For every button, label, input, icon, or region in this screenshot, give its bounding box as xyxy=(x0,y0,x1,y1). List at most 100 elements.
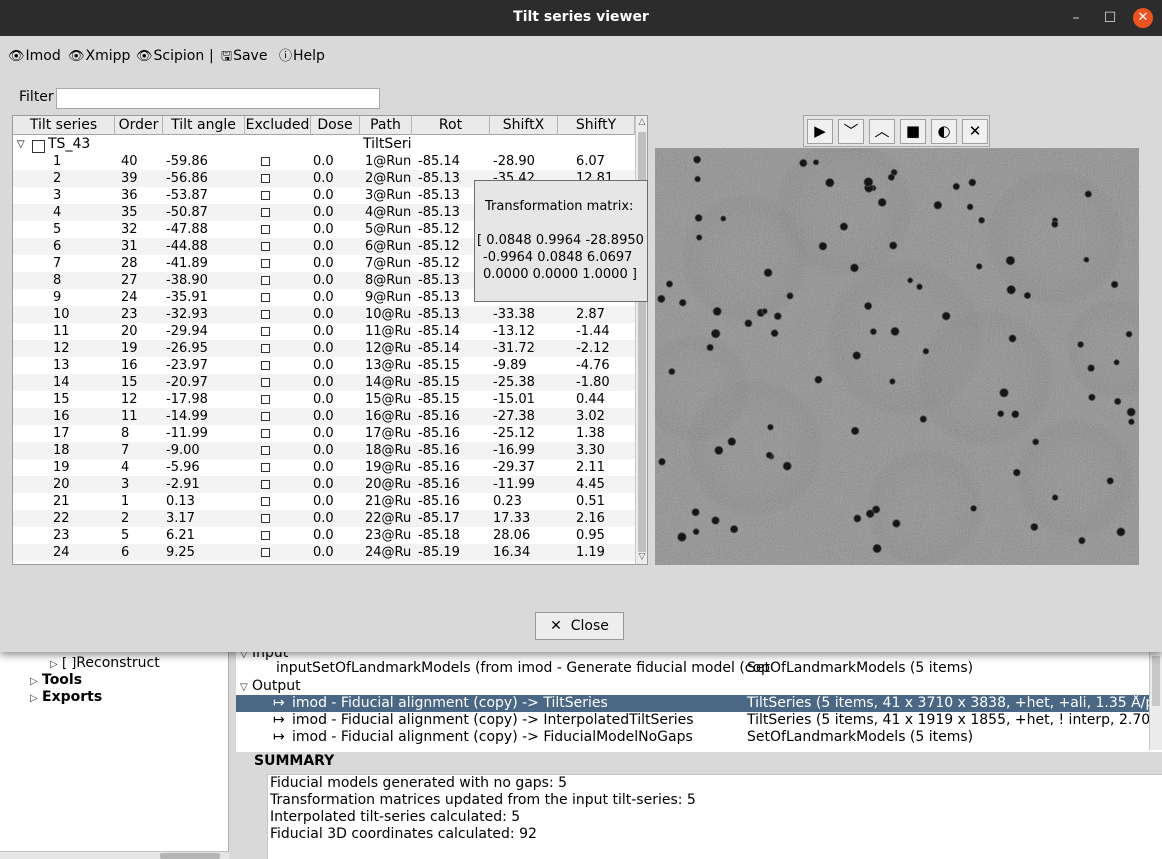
checkbox-box[interactable] xyxy=(261,225,270,234)
checkbox-box[interactable] xyxy=(261,276,270,285)
excluded-checkbox[interactable] xyxy=(261,374,270,391)
checkbox-box[interactable] xyxy=(261,497,270,506)
column-header[interactable]: ShiftX xyxy=(490,116,558,135)
excluded-checkbox[interactable] xyxy=(261,340,270,357)
checkbox-box[interactable] xyxy=(261,208,270,217)
table-row[interactable]: 19 4 -5.96 0.0 19@Ru -85.16 -29.37 2.11 xyxy=(13,459,635,476)
imod-button[interactable]: 👁Imod xyxy=(8,46,61,66)
table-row[interactable]: 24 6 9.25 0.0 24@Ru -85.19 16.34 1.19 xyxy=(13,544,635,561)
contrast-icon[interactable]: ◐ xyxy=(931,119,957,144)
table-row[interactable]: 22 2 3.17 0.0 22@Ru -85.17 17.33 2.16 xyxy=(13,510,635,527)
excluded-checkbox[interactable] xyxy=(261,510,270,527)
excluded-checkbox[interactable] xyxy=(261,442,270,459)
output-row[interactable]: ↦ imod - Fiducial alignment (copy) -> In… xyxy=(236,712,1162,729)
checkbox-box[interactable] xyxy=(261,531,270,540)
checkbox-box[interactable] xyxy=(261,480,270,489)
table-row[interactable]: 10 23 -32.93 0.0 10@Ru -85.13 -33.38 2.87 xyxy=(13,306,635,323)
tree-item-tools[interactable]: ▷ Tools xyxy=(30,672,82,688)
scroll-up-icon[interactable]: △ xyxy=(637,117,647,129)
excluded-checkbox[interactable] xyxy=(261,272,270,289)
checkbox-box[interactable] xyxy=(261,463,270,472)
stop-icon[interactable]: ■ xyxy=(900,119,926,144)
filter-input[interactable] xyxy=(56,88,380,109)
checkbox-box[interactable] xyxy=(261,514,270,523)
excluded-checkbox[interactable] xyxy=(261,544,270,561)
excluded-checkbox[interactable] xyxy=(261,221,270,238)
checkbox-box[interactable] xyxy=(261,242,270,251)
expand-arrow-icon[interactable]: ▷ xyxy=(50,659,62,670)
checkbox-box[interactable] xyxy=(261,446,270,455)
checkbox-box[interactable] xyxy=(261,310,270,319)
scroll-thumb[interactable] xyxy=(160,853,220,859)
checkbox-box[interactable] xyxy=(261,293,270,302)
excluded-checkbox[interactable] xyxy=(261,493,270,510)
excluded-checkbox[interactable] xyxy=(261,323,270,340)
io-vertical-scrollbar[interactable] xyxy=(1149,644,1162,750)
chevron-up-icon[interactable]: ︿ xyxy=(869,119,895,144)
help-button[interactable]: ⓘHelp xyxy=(279,46,325,66)
table-row[interactable]: 14 15 -20.97 0.0 14@Ru -85.15 -25.38 -1.80 xyxy=(13,374,635,391)
column-header[interactable]: Order xyxy=(115,116,163,135)
collapse-arrow-icon[interactable]: ▽ xyxy=(17,136,25,153)
play-icon[interactable]: ▶ xyxy=(807,119,833,144)
column-header[interactable]: Tilt series xyxy=(13,116,115,135)
excluded-checkbox[interactable] xyxy=(261,289,270,306)
excluded-checkbox[interactable] xyxy=(261,255,270,272)
checkbox-box[interactable] xyxy=(261,344,270,353)
checkbox-box[interactable] xyxy=(261,548,270,557)
excluded-checkbox[interactable] xyxy=(261,391,270,408)
output-row[interactable]: ↦ imod - Fiducial alignment (copy) -> Fi… xyxy=(236,729,1149,746)
checkbox-box[interactable] xyxy=(261,327,270,336)
table-row[interactable]: 12 19 -26.95 0.0 12@Ru -85.14 -31.72 -2.12 xyxy=(13,340,635,357)
checkbox-box[interactable] xyxy=(261,191,270,200)
tree-item-exports[interactable]: ▷ Exports xyxy=(30,689,102,705)
checkbox-box[interactable] xyxy=(261,429,270,438)
close-icon[interactable]: ✕ xyxy=(962,119,988,144)
table-row[interactable]: 11 20 -29.94 0.0 11@Ru -85.14 -13.12 -1.44 xyxy=(13,323,635,340)
excluded-checkbox[interactable] xyxy=(261,527,270,544)
column-header[interactable]: Tilt angle xyxy=(163,116,245,135)
checkbox-box[interactable] xyxy=(261,395,270,404)
table-row[interactable]: 13 16 -23.97 0.0 13@Ru -85.15 -9.89 -4.76 xyxy=(13,357,635,374)
close-icon[interactable]: ✕ xyxy=(1133,8,1153,28)
excluded-checkbox[interactable] xyxy=(261,459,270,476)
excluded-checkbox[interactable] xyxy=(261,187,270,204)
column-header[interactable]: Path xyxy=(360,116,412,135)
close-button[interactable]: ✕ Close xyxy=(535,612,624,640)
excluded-checkbox[interactable] xyxy=(261,306,270,323)
column-header[interactable]: ShiftY xyxy=(558,116,635,135)
excluded-checkbox[interactable] xyxy=(261,425,270,442)
micrograph-image[interactable] xyxy=(655,148,1139,565)
excluded-checkbox[interactable] xyxy=(261,153,270,170)
checkbox-box[interactable] xyxy=(261,412,270,421)
table-row[interactable]: 20 3 -2.91 0.0 20@Ru -85.16 -11.99 4.45 xyxy=(13,476,635,493)
output-header[interactable]: ▽ Output xyxy=(240,678,301,694)
column-header[interactable]: Excluded xyxy=(245,116,311,135)
output-row[interactable]: ↦ imod - Fiducial alignment (copy) -> Ti… xyxy=(236,695,1162,712)
xmipp-button[interactable]: 👁Xmipp xyxy=(68,46,130,66)
excluded-checkbox[interactable] xyxy=(261,170,270,187)
table-row[interactable]: 21 1 0.13 0.0 21@Ru -85.16 0.23 0.51 xyxy=(13,493,635,510)
minimize-icon[interactable]: – xyxy=(1066,8,1086,28)
title-bar[interactable]: Tilt series viewer – ☐ ✕ xyxy=(0,0,1162,36)
table-row[interactable]: 16 11 -14.99 0.0 16@Ru -85.16 -27.38 3.02 xyxy=(13,408,635,425)
table-row[interactable]: 1 40 -59.86 0.0 1@Run -85.14 -28.90 6.07 xyxy=(13,153,635,170)
excluded-checkbox[interactable] xyxy=(261,408,270,425)
collapse-arrow-icon[interactable]: ▽ xyxy=(240,682,252,693)
tree-horizontal-scrollbar[interactable] xyxy=(0,851,229,859)
checkbox-box[interactable] xyxy=(261,361,270,370)
column-header[interactable]: Dose xyxy=(311,116,360,135)
input-row[interactable]: inputSetOfLandmarkModels (from imod - Ge… xyxy=(236,660,1149,677)
expand-arrow-icon[interactable]: ▷ xyxy=(30,693,42,704)
table-row[interactable]: 23 5 6.21 0.0 23@Ru -85.18 28.06 0.95 xyxy=(13,527,635,544)
excluded-checkbox[interactable] xyxy=(261,357,270,374)
scroll-thumb[interactable] xyxy=(1152,656,1160,706)
chevron-down-icon[interactable]: ﹀ xyxy=(838,119,864,144)
table-row[interactable]: 18 7 -9.00 0.0 18@Ru -85.16 -16.99 3.30 xyxy=(13,442,635,459)
checkbox-box[interactable] xyxy=(261,174,270,183)
excluded-checkbox[interactable] xyxy=(261,476,270,493)
table-group-row[interactable]: ▽ TS_43 TiltSeri xyxy=(13,136,635,153)
excluded-checkbox[interactable] xyxy=(261,238,270,255)
checkbox-box[interactable] xyxy=(261,157,270,166)
checkbox-box[interactable] xyxy=(261,259,270,268)
